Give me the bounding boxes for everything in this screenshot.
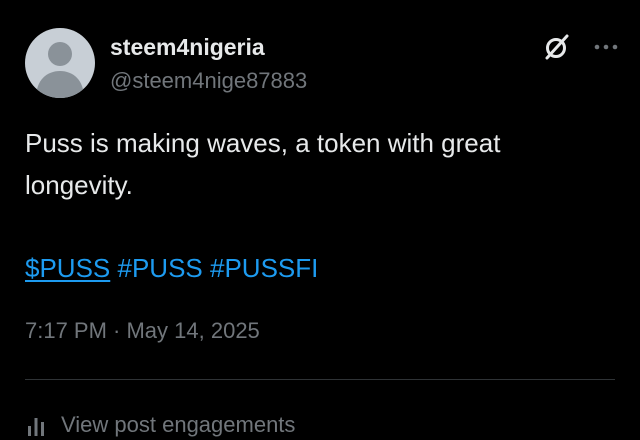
view-engagements-label: View post engagements	[61, 412, 296, 437]
more-options-icon[interactable]	[592, 33, 620, 61]
divider	[25, 379, 615, 380]
avatar[interactable]	[25, 28, 95, 98]
post-timestamp[interactable]: 7:17 PM · May 14, 2025	[25, 314, 260, 348]
view-engagements-button[interactable]: View post engagements	[25, 410, 295, 440]
cashtag-link[interactable]: $PUSS	[25, 253, 110, 283]
grok-icon[interactable]	[542, 32, 572, 62]
post-tags: $PUSS #PUSS #PUSSFI	[25, 247, 318, 289]
author-display-name[interactable]: steem4nigeria	[110, 33, 265, 61]
default-avatar-icon	[36, 42, 84, 98]
hashtag-link[interactable]: #PUSS	[118, 253, 203, 283]
analytics-bars-icon	[28, 418, 44, 436]
hashtag-link[interactable]: #PUSSFI	[210, 253, 318, 283]
post-text: Puss is making waves, a token with great…	[25, 128, 501, 200]
author-handle[interactable]: @steem4nige87883	[110, 68, 307, 94]
